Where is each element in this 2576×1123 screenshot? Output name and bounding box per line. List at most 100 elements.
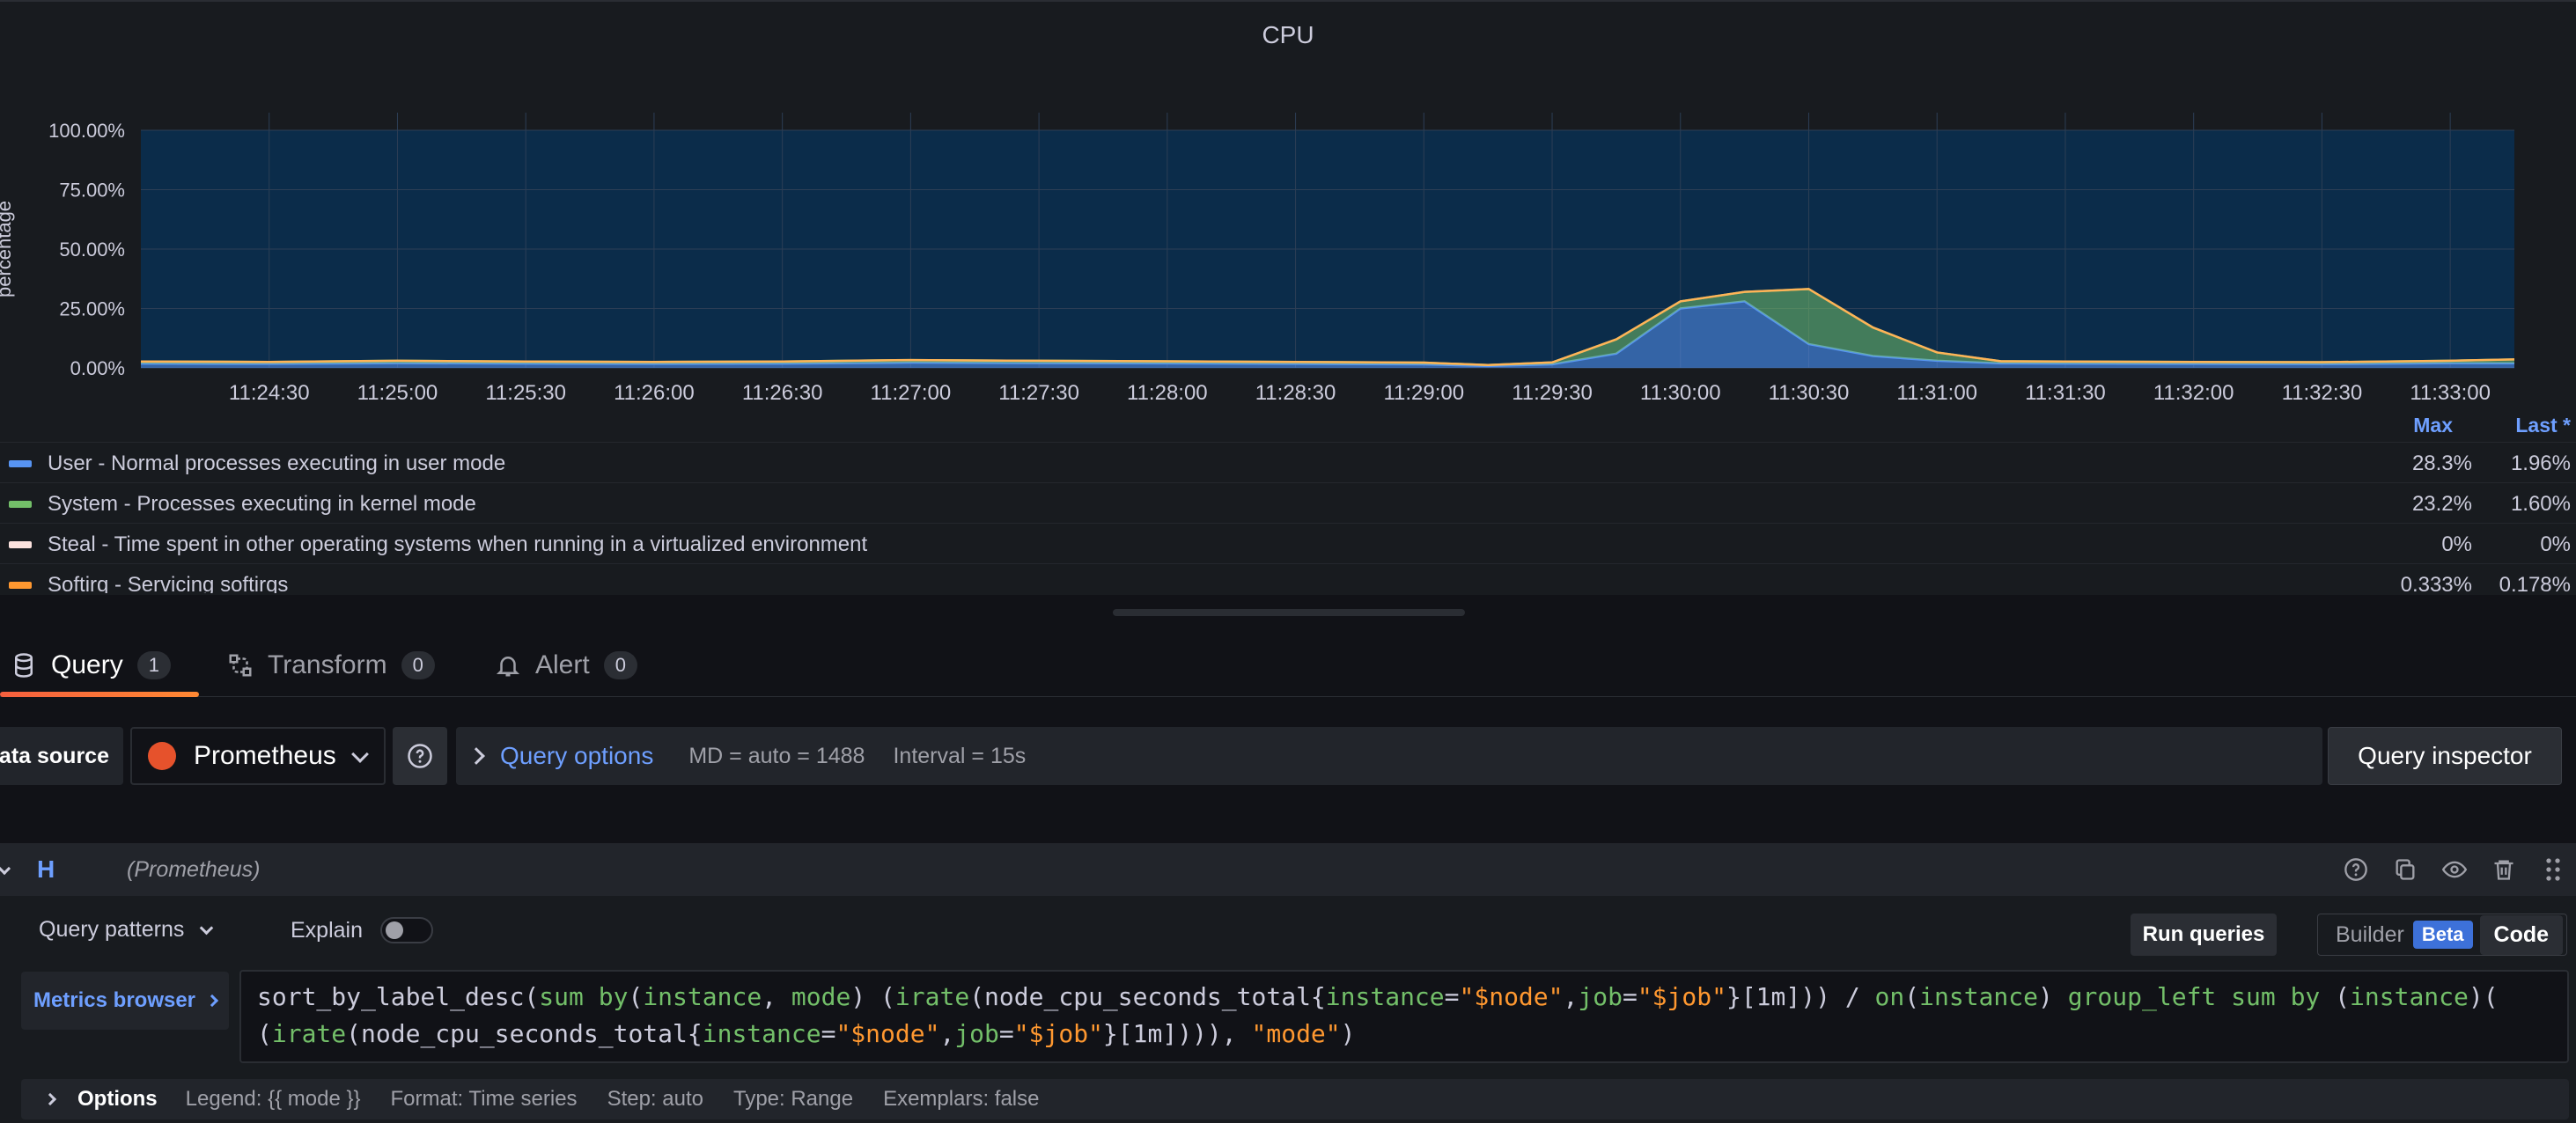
options-title: Options [77,1087,158,1111]
options-format: Format: Time series [390,1087,578,1111]
legend-last-header[interactable]: Last * [2515,414,2571,437]
help-icon [408,744,432,768]
query-expression-line-1: sort_by_label_desc(sum by(instance, mode… [257,982,2499,1011]
x-tick-label: 11:28:00 [1127,381,1208,405]
chevron-right-icon [467,747,485,765]
datasource-label: Data source [0,727,123,785]
max-data-points: MD = auto = 1488 [688,743,865,768]
panel-title[interactable]: CPU [0,21,2576,49]
query-actions [2324,854,2571,885]
legend-row-system[interactable]: System - Processes executing in kernel m… [0,482,2576,523]
tab-alert[interactable]: Alert 0 [495,634,637,697]
explain-toggle[interactable] [380,917,433,943]
bell-icon [496,657,520,677]
duplicate-icon[interactable] [2388,854,2423,885]
transform-icon [229,654,252,677]
y-tick-label: 100.00% [48,120,125,142]
query-ref-id[interactable]: H [37,855,55,884]
x-tick-label: 11:30:00 [1640,381,1721,405]
query-patterns-dropdown[interactable]: Query patterns [39,917,214,943]
trash-icon[interactable] [2486,854,2521,885]
options-legend: Legend: {{ mode }} [185,1087,361,1111]
beta-badge: Beta [2412,921,2473,949]
tab-query-count: 1 [136,651,171,679]
legend-swatch [9,501,32,508]
x-tick-label: 11:27:30 [998,381,1079,405]
x-tick-label: 11:27:00 [871,381,952,405]
legend-row-softirq[interactable]: Softirq - Servicing softirqs 0.333% 0.17… [0,563,2576,593]
x-tick-label: 11:31:00 [1896,381,1977,405]
code-mode-option[interactable]: Code [2479,914,2564,955]
datasource-help-button[interactable] [393,727,447,785]
query-options-bar[interactable]: Query options MD = auto = 1488 Interval … [456,727,2322,785]
collapse-chevron-icon[interactable] [0,862,11,876]
tab-query[interactable]: Query 1 [11,634,171,697]
editor-tabs: Query 1 Transform 0 Alert 0 [0,634,2576,697]
datasource-name: Prometheus [194,741,336,770]
legend-label: User - Normal processes executing in use… [48,451,506,475]
explain-label: Explain [291,917,363,943]
chevron-right-icon [43,1092,57,1106]
x-tick-label: 11:24:30 [229,381,310,405]
promql-code-editor[interactable]: sort_by_label_desc(sum by(instance, mode… [239,970,2569,1063]
y-axis-label: percentage [0,201,15,297]
legend-max-value: 0% [2441,532,2472,556]
interval: Interval = 15s [893,743,1027,768]
tab-transform-label: Transform [268,650,387,679]
metrics-browser-button[interactable]: Metrics browser [21,972,229,1030]
legend-last-value: 0.178% [2499,573,2571,593]
x-tick-label: 11:32:30 [2282,381,2363,405]
query-inspector-button[interactable]: Query inspector [2328,727,2562,785]
legend-last-value: 1.96% [2510,451,2571,475]
builder-mode-option[interactable]: Builder [2336,922,2404,948]
prometheus-icon [148,742,176,770]
x-tick-label: 11:33:00 [2410,381,2491,405]
x-tick-label: 11:31:30 [2025,381,2106,405]
legend-max-value: 0.333% [2400,573,2472,593]
panel-resize-handle[interactable] [1113,609,1465,616]
tab-transform-count: 0 [401,651,435,679]
drag-handle-icon[interactable] [2536,854,2571,885]
y-tick-label: 50.00% [59,239,125,261]
explain-switch[interactable]: Explain [291,917,433,943]
legend-last-value: 1.60% [2510,492,2571,516]
x-tick-label: 11:25:00 [357,381,438,405]
query-editor: Query patterns Explain Run queries Build… [0,896,2576,1123]
x-tick-label: 11:32:00 [2153,381,2234,405]
x-tick-label: 11:30:30 [1769,381,1850,405]
query-patterns-label: Query patterns [39,917,185,942]
tab-transform[interactable]: Transform 0 [227,634,435,697]
legend-swatch [9,460,32,467]
query-expression-line-2: (irate(node_cpu_seconds_total{instance="… [257,1019,1356,1048]
run-queries-button[interactable]: Run queries [2131,914,2277,956]
query-datasource-name: (Prometheus) [127,857,261,882]
query-options-label[interactable]: Query options [500,742,653,770]
legend-row-steal[interactable]: Steal - Time spent in other operating sy… [0,523,2576,563]
options-exemplars: Exemplars: false [883,1087,1040,1111]
datasource-picker[interactable]: Prometheus [130,727,386,785]
legend-max-header[interactable]: Max [2413,414,2453,437]
x-tick-label: 11:29:00 [1383,381,1464,405]
editor-mode-switch: Builder Beta Code [2317,914,2567,956]
datasource-row: Data source Prometheus Query options MD … [0,727,2576,785]
active-tab-indicator [0,692,199,697]
x-tick-label: 11:25:30 [485,381,566,405]
options-type: Type: Range [732,1087,854,1111]
tab-alert-count: 0 [603,651,637,679]
legend-row-user[interactable]: User - Normal processes executing in use… [0,442,2576,482]
query-options-row[interactable]: Options Legend: {{ mode }} Format: Time … [21,1079,2569,1119]
tab-query-label: Query [51,650,123,679]
help-icon[interactable] [2338,854,2374,885]
y-tick-label: 25.00% [59,298,125,320]
legend-last-value: 0% [2540,532,2571,556]
chevron-down-icon [351,745,369,763]
legend-table: User - Normal processes executing in use… [0,442,2576,593]
eye-icon[interactable] [2437,854,2472,885]
metrics-browser-label: Metrics browser [33,988,196,1012]
cpu-chart[interactable]: 100.00% 75.00% 50.00% 25.00% 0.00% 11:24:30 11… [0,90,2576,407]
query-row-header[interactable]: H (Prometheus) [0,843,2576,896]
legend-header: Max Last * [2289,414,2571,440]
x-tick-label: 11:26:30 [742,381,823,405]
chevron-right-icon [205,994,219,1008]
legend-label: Softirq - Servicing softirqs [48,573,289,593]
